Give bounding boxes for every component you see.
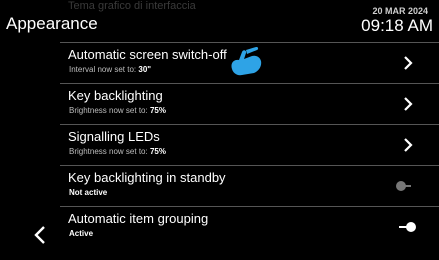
- chevron-right-icon[interactable]: [399, 54, 417, 72]
- setting-row-backlighting-standby[interactable]: Key backlighting in standby Not active: [60, 165, 439, 206]
- chevron-left-icon[interactable]: [30, 224, 50, 246]
- setting-row-item-grouping[interactable]: Automatic item grouping Active: [60, 206, 439, 247]
- setting-label: Automatic item grouping: [68, 211, 209, 226]
- setting-status: Brightness now set to: 75%: [69, 147, 166, 156]
- page-title: Appearance: [6, 14, 98, 33]
- ghost-title: Tema grafico di interfaccia: [68, 0, 196, 12]
- setting-label: Key backlighting: [68, 88, 163, 103]
- chevron-right-icon[interactable]: [399, 95, 417, 113]
- setting-status: Interval now set to: 30": [69, 65, 152, 74]
- setting-label: Signalling LEDs: [68, 129, 160, 144]
- toggle-switch-on[interactable]: [395, 221, 417, 233]
- date-label: 20 MAR 2024: [372, 6, 428, 16]
- setting-status: Active: [69, 229, 94, 238]
- hand-pointer-icon: [231, 47, 262, 76]
- setting-row-signalling-leds[interactable]: Signalling LEDs Brightness now set to: 7…: [60, 124, 439, 165]
- setting-status: Not active: [69, 188, 108, 197]
- chevron-right-icon[interactable]: [399, 136, 417, 154]
- clock-label: 09:18 AM: [361, 16, 433, 35]
- setting-row-key-backlighting[interactable]: Key backlighting Brightness now set to: …: [60, 83, 439, 124]
- setting-label: Key backlighting in standby: [68, 170, 226, 185]
- toggle-switch-off[interactable]: [395, 180, 417, 192]
- setting-label: Automatic screen switch-off: [68, 47, 227, 62]
- setting-status: Brightness now set to: 75%: [69, 106, 166, 115]
